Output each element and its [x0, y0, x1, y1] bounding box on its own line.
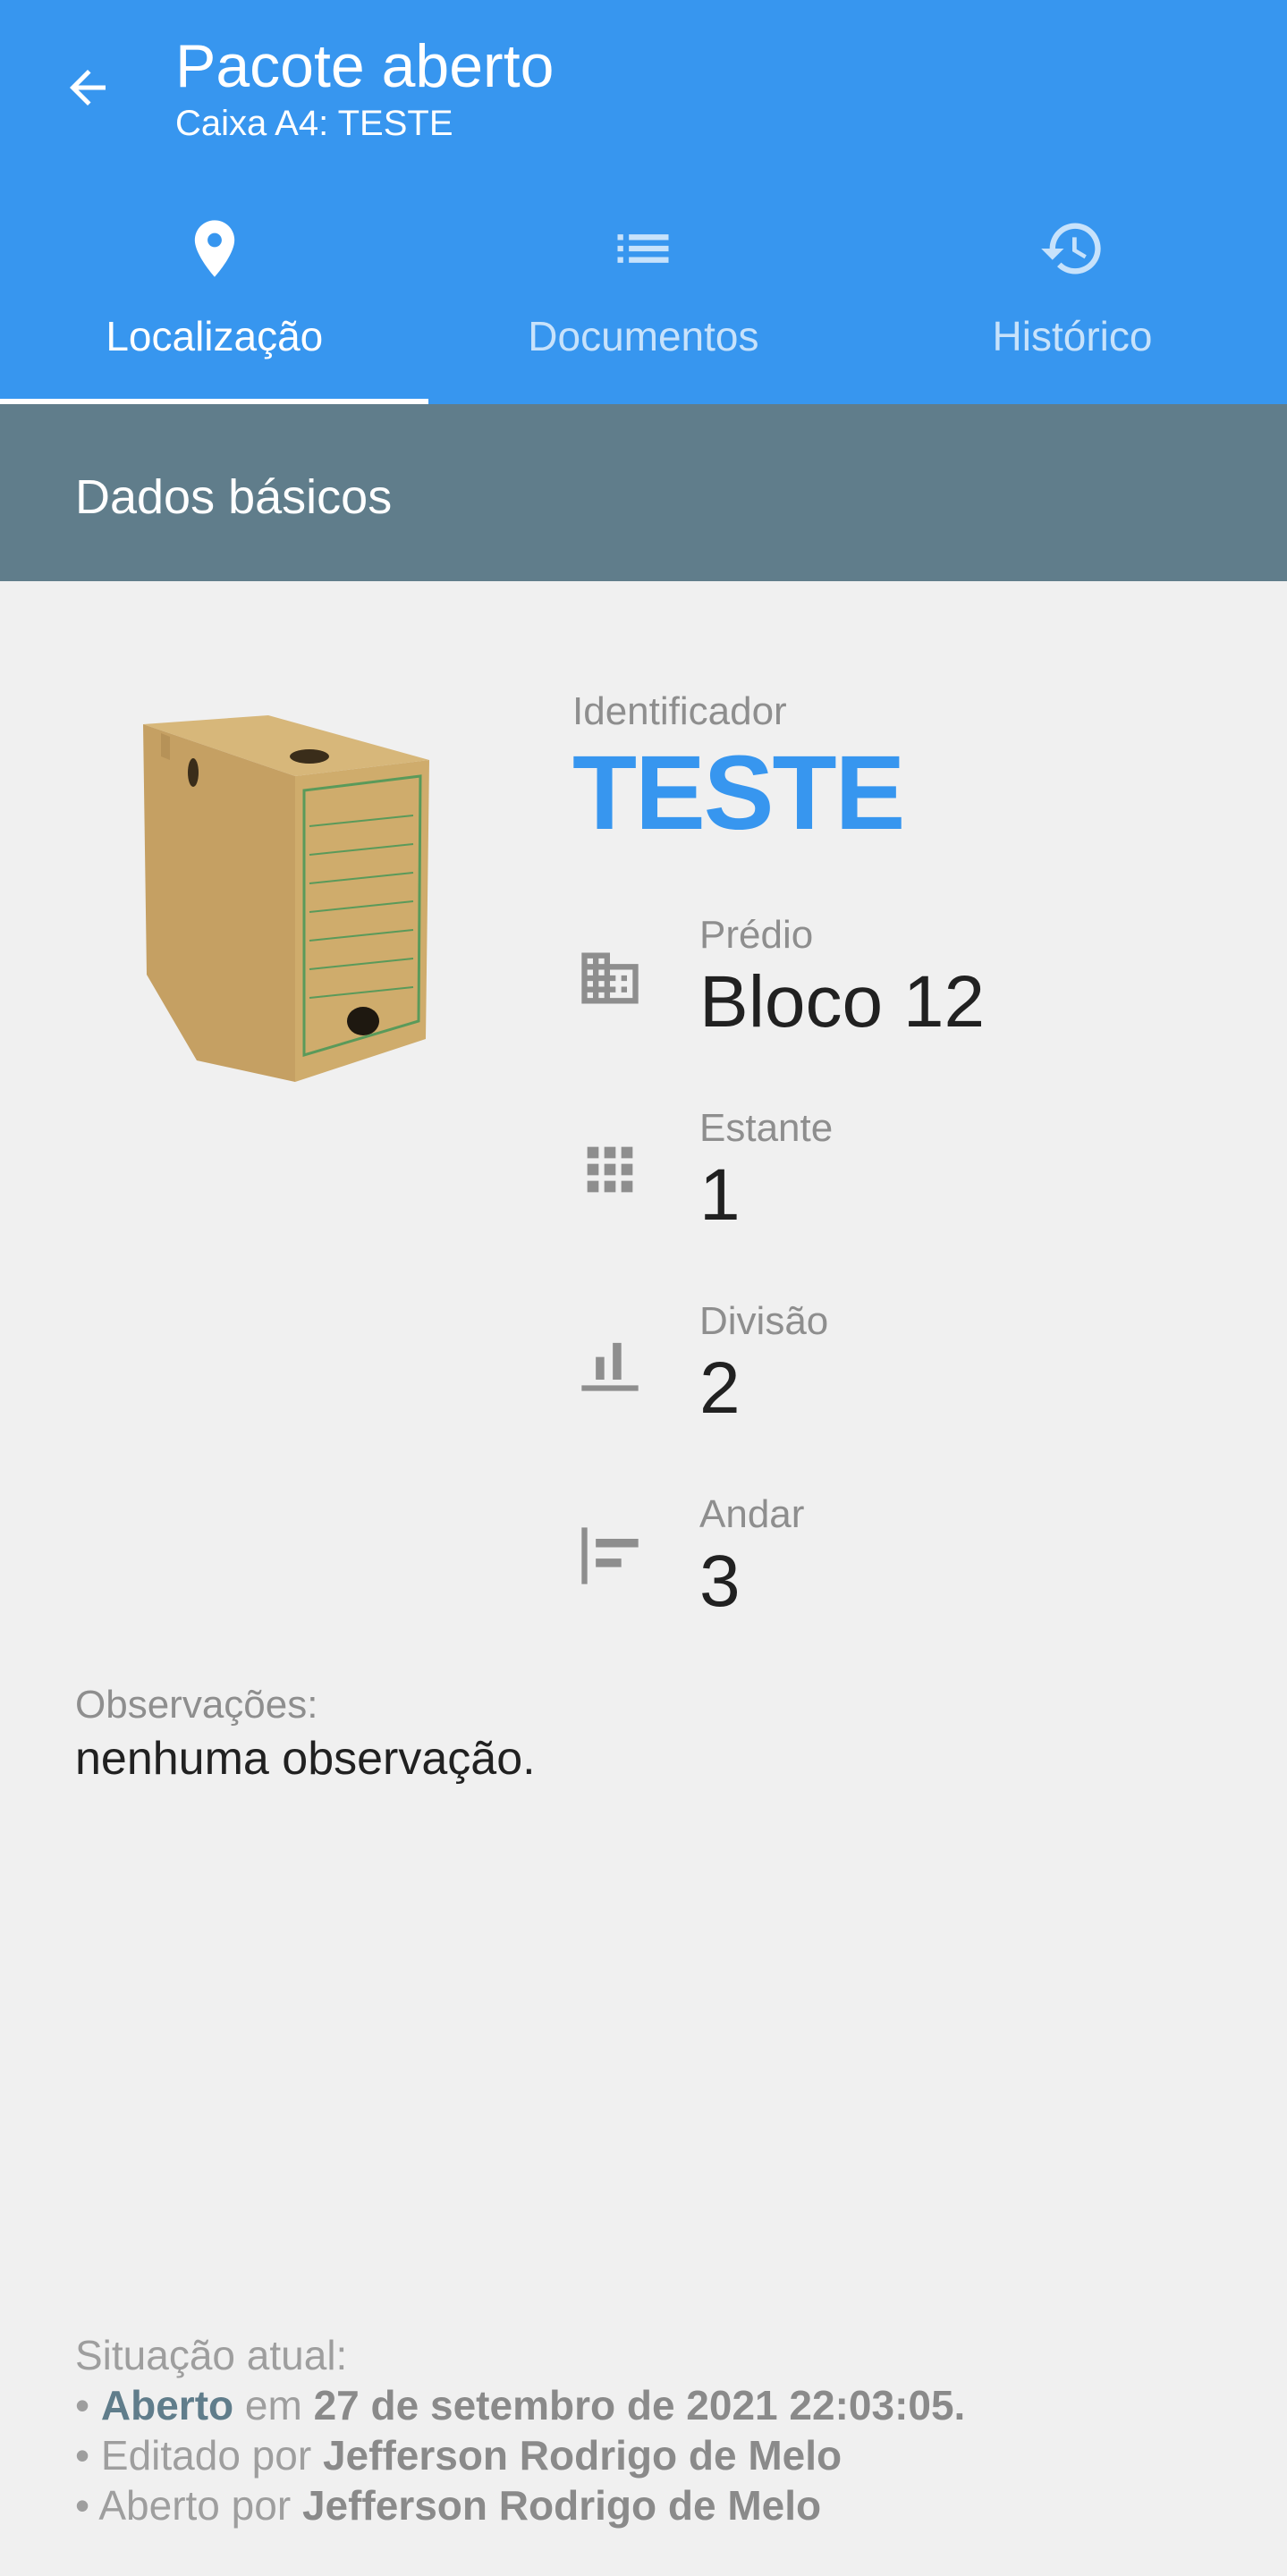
section-header: Dados básicos — [0, 404, 1287, 581]
tab-bar: Localização Documentos Histórico — [0, 197, 1287, 404]
building-label: Prédio — [699, 913, 814, 957]
status-connector: em — [244, 2382, 302, 2428]
tab-documentos[interactable]: Documentos — [429, 197, 859, 404]
status-date: 27 de setembro de 2021 22:03:05. — [313, 2382, 966, 2428]
observations-label: Observações: — [75, 1683, 318, 1727]
division-label: Divisão — [699, 1299, 829, 1343]
back-button[interactable] — [54, 54, 122, 122]
building-value: Bloco 12 — [699, 961, 986, 1043]
list-icon — [617, 234, 669, 263]
division-icon — [581, 1342, 639, 1391]
building-icon — [581, 952, 639, 1004]
tab-label: Localização — [106, 313, 324, 359]
page-subtitle: Caixa A4: TESTE — [175, 104, 453, 143]
page-title: Pacote aberto — [175, 32, 555, 100]
tab-label: Documentos — [528, 313, 759, 359]
shelf-value: 1 — [699, 1154, 741, 1236]
status-badge: Aberto — [100, 2382, 234, 2428]
archive-box-image — [143, 715, 429, 1082]
location-pin-icon — [194, 220, 234, 277]
shelf-label: Estante — [699, 1106, 834, 1150]
floor-label: Andar — [699, 1492, 805, 1536]
bullet: • — [75, 2482, 90, 2529]
bullet: • — [75, 2382, 90, 2428]
opened-by-name: Jefferson Rodrigo de Melo — [301, 2482, 822, 2529]
edited-by-name: Jefferson Rodrigo de Melo — [322, 2432, 842, 2479]
opened-by-line: • Aberto por Jefferson Rodrigo de Melo — [75, 2480, 1238, 2530]
app-bar: Pacote aberto Caixa A4: TESTE Localizaçã… — [0, 0, 1287, 404]
status-section: Situação atual: • Aberto em 27 de setemb… — [75, 2330, 1238, 2530]
tab-localizacao[interactable]: Localização — [0, 197, 429, 404]
division-value: 2 — [699, 1347, 741, 1429]
identifier-label: Identificador — [572, 689, 787, 733]
observations-value: nenhuma observação. — [75, 1733, 536, 1785]
floor-value: 3 — [699, 1541, 741, 1622]
opened-by-prefix: Aberto por — [98, 2482, 292, 2529]
section-title: Dados básicos — [75, 470, 393, 524]
grid-icon — [587, 1146, 633, 1193]
history-icon — [1041, 223, 1101, 274]
arrow-back-icon — [70, 70, 106, 106]
edited-by-prefix: Editado por — [100, 2432, 312, 2479]
status-state-line: • Aberto em 27 de setembro de 2021 22:03… — [75, 2380, 1238, 2430]
bullet: • — [75, 2432, 90, 2479]
floor-icon — [581, 1527, 639, 1584]
tab-label: Histórico — [992, 313, 1153, 359]
status-label: Situação atual: — [75, 2332, 348, 2378]
identifier-value: TESTE — [572, 734, 905, 852]
edited-by-line: • Editado por Jefferson Rodrigo de Melo — [75, 2430, 1238, 2480]
tab-historico[interactable]: Histórico — [858, 197, 1287, 404]
